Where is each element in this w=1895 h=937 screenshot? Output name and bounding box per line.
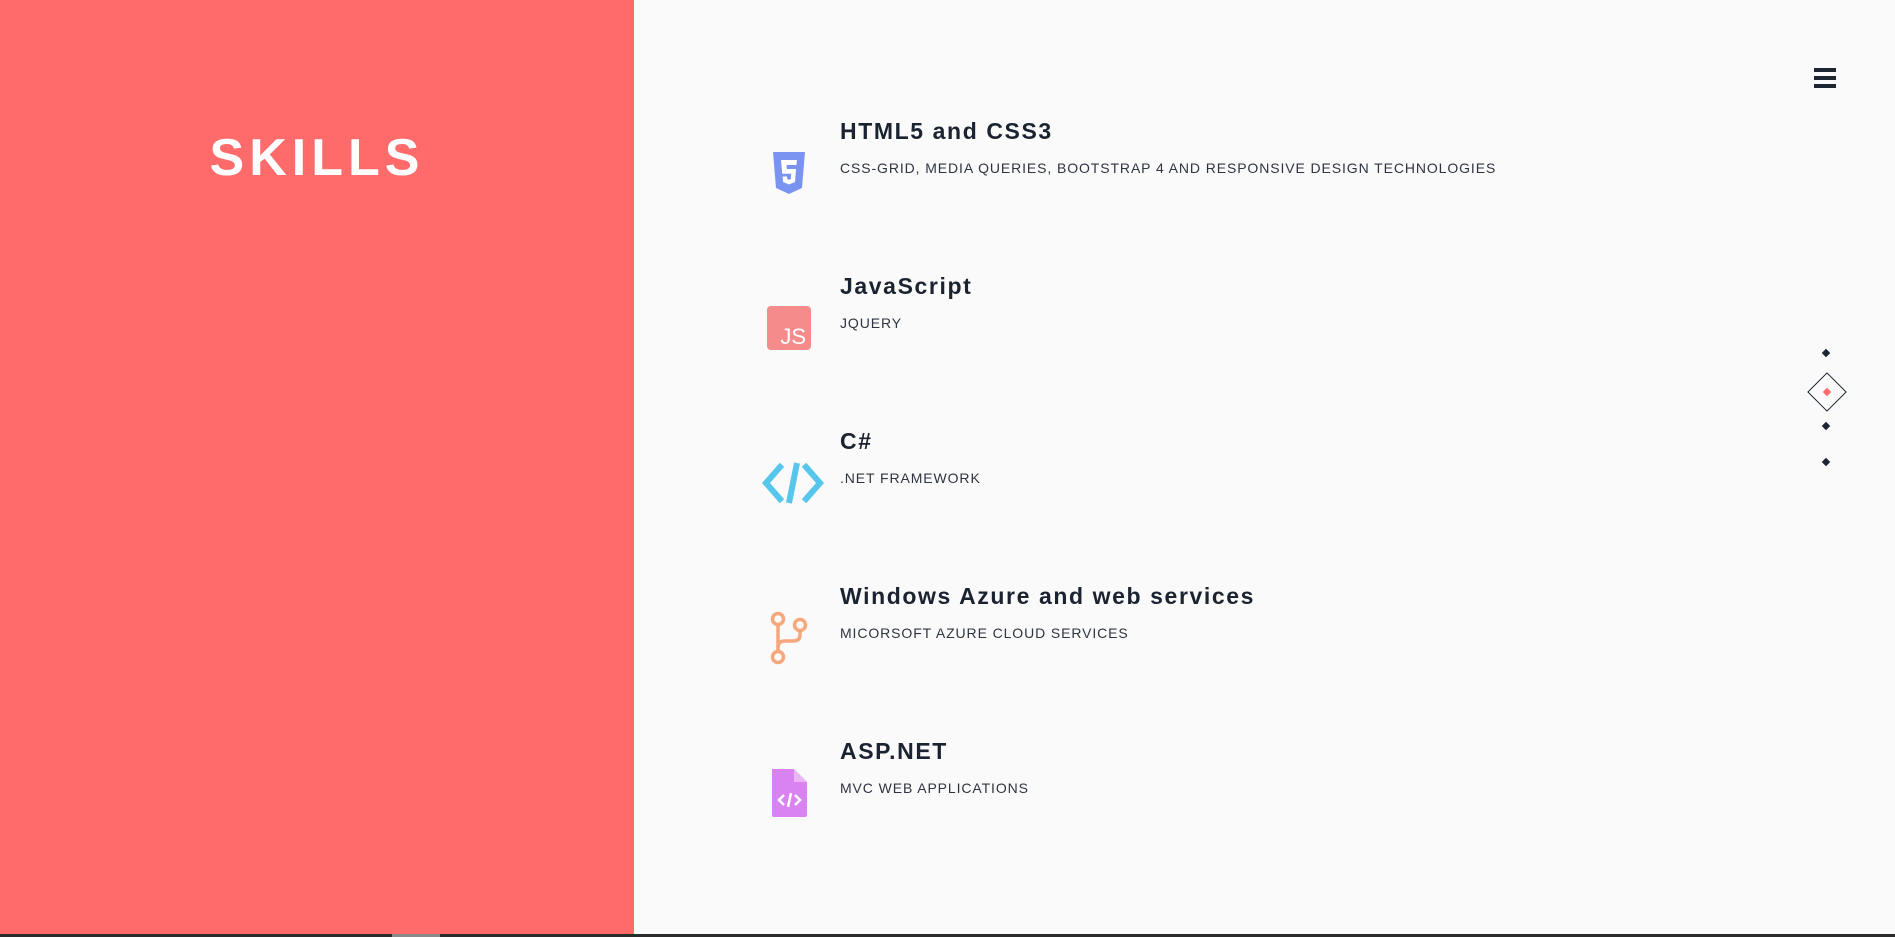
code-brackets-icon bbox=[762, 458, 824, 508]
skill-description: JQUERY bbox=[840, 315, 902, 331]
nav-dot-3[interactable] bbox=[1821, 421, 1831, 431]
skill-item: C# .NET FRAMEWORK bbox=[634, 428, 1734, 518]
skill-description: CSS-GRID, MEDIA QUERIES, BOOTSTRAP 4 AND… bbox=[840, 160, 1497, 176]
nav-dot-4[interactable] bbox=[1821, 457, 1831, 467]
svg-text:JS: JS bbox=[780, 324, 806, 349]
nav-dot-2-active[interactable] bbox=[1807, 372, 1847, 412]
skill-name: HTML5 and CSS3 bbox=[840, 118, 1053, 144]
skill-description: .NET FRAMEWORK bbox=[840, 470, 981, 486]
page: SKILLS HTML5 and CSS3 CSS-GRID, MEDIA QU… bbox=[0, 0, 1895, 937]
active-dot-indicator bbox=[1822, 387, 1832, 397]
menu-bar bbox=[1814, 84, 1836, 88]
skills-list: HTML5 and CSS3 CSS-GRID, MEDIA QUERIES, … bbox=[634, 0, 1895, 934]
skill-item: Windows Azure and web services MICORSOFT… bbox=[634, 583, 1734, 673]
skill-item: HTML5 and CSS3 CSS-GRID, MEDIA QUERIES, … bbox=[634, 118, 1734, 208]
menu-bar bbox=[1814, 68, 1836, 72]
skill-name: ASP.NET bbox=[840, 738, 948, 764]
skill-description: MICORSOFT AZURE CLOUD SERVICES bbox=[840, 625, 1129, 641]
javascript-icon: JS bbox=[764, 303, 814, 353]
skill-name: Windows Azure and web services bbox=[840, 583, 1256, 609]
skill-name: C# bbox=[840, 428, 873, 454]
hamburger-menu-icon[interactable] bbox=[1814, 68, 1836, 88]
skill-name: JavaScript bbox=[840, 273, 973, 299]
skill-item: JS JavaScript JQUERY bbox=[634, 273, 1734, 363]
section-title: SKILLS bbox=[209, 129, 425, 187]
section-dot-navigation bbox=[1807, 345, 1847, 475]
html5-icon bbox=[764, 148, 814, 198]
left-panel: SKILLS bbox=[0, 0, 634, 934]
code-file-icon bbox=[764, 768, 814, 818]
skill-item: ASP.NET MVC WEB APPLICATIONS bbox=[634, 738, 1734, 828]
menu-bar bbox=[1814, 76, 1836, 80]
nav-dot-1[interactable] bbox=[1821, 348, 1831, 358]
git-branch-icon bbox=[764, 611, 814, 665]
skill-description: MVC WEB APPLICATIONS bbox=[840, 780, 1029, 796]
